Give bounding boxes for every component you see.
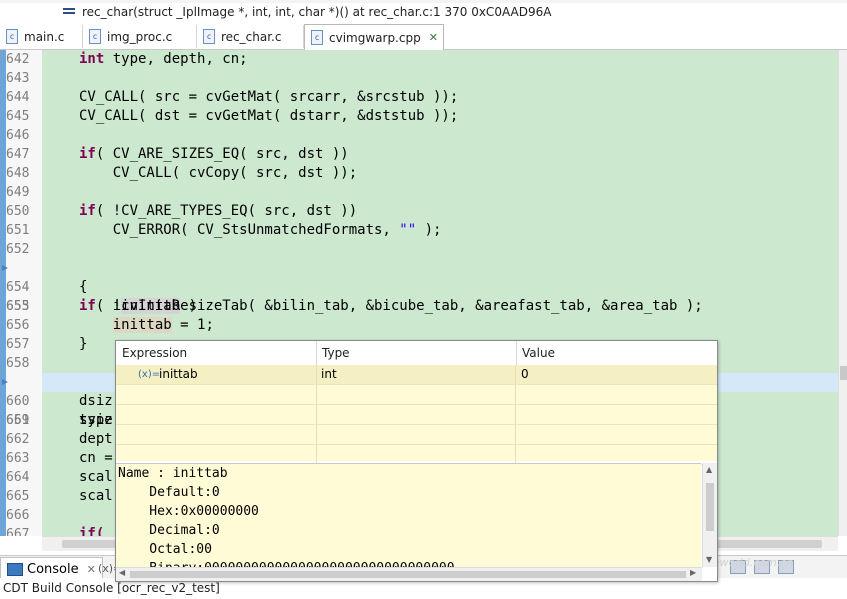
variable-type: int — [316, 365, 516, 384]
code-line: 649 — [6, 185, 30, 200]
table-row — [116, 445, 717, 465]
code-line: 656 inittab = 1; — [6, 317, 214, 333]
tab-label: img_proc.c — [107, 29, 173, 44]
column-header-type[interactable]: Type — [316, 341, 517, 365]
table-row — [116, 425, 717, 445]
variable-detail-pane[interactable]: Name : inittab Default:0 Hex:0x00000000 … — [116, 463, 701, 568]
code-line: 645 CV_CALL( dst = cvGetMat( dstarr, &dst… — [6, 108, 459, 124]
tab-label: main.c — [24, 29, 65, 44]
c-file-icon: c — [6, 29, 18, 44]
stack-frame-label[interactable]: rec_char(struct _IplImage *, int, int, c… — [82, 5, 551, 19]
code-line: 646 — [6, 128, 30, 143]
variable-value: 0 — [521, 367, 529, 381]
code-line: 644 CV_CALL( src = cvGetMat( srcarr, &src… — [6, 89, 459, 105]
table-row[interactable]: (x)= inittab int 0 — [116, 365, 717, 385]
editor-tab-bar: c main.c c img_proc.c c rec_char.c c cvi… — [0, 23, 847, 50]
c-file-icon: c — [203, 29, 215, 44]
code-line: 648 CV_CALL( cvCopy( src, dst )); — [6, 165, 358, 181]
detail-horizontal-scrollbar[interactable]: ◀ ▶ — [116, 567, 702, 581]
editor-vertical-scrollbar[interactable] — [838, 50, 847, 536]
tab-main-c[interactable]: c main.c — [0, 25, 83, 48]
variable-icon: (x)= — [138, 369, 161, 380]
variable-name: inittab — [159, 367, 198, 381]
console-tab-label: Console — [27, 561, 79, 577]
code-line: 653 if( !inittab ) — [0, 259, 838, 314]
table-row — [116, 385, 717, 405]
code-line: 643 — [6, 71, 30, 86]
close-tab-icon[interactable]: ✕ — [87, 563, 96, 576]
scroll-down-icon[interactable]: ▼ — [706, 555, 712, 564]
cpp-file-icon: c — [311, 30, 323, 45]
tab-rec-char-c[interactable]: c rec_char.c — [197, 25, 304, 48]
tab-console[interactable]: Console ✕ — [0, 557, 103, 580]
code-line: 647 if( CV_ARE_SIZES_EQ( src, dst )) — [6, 146, 349, 162]
tab-img-proc-c[interactable]: c img_proc.c — [83, 25, 197, 48]
code-line: 642 int type, depth, cn; — [6, 51, 248, 67]
column-header-expression[interactable]: Expression — [116, 341, 317, 365]
cropped-row — [0, 0, 847, 3]
scrollbar-thumb[interactable] — [840, 366, 847, 380]
scroll-up-icon[interactable]: ▲ — [706, 465, 712, 474]
console-icon — [7, 562, 23, 576]
stack-frame-icon — [63, 8, 75, 18]
detail-line: Default:0 — [118, 485, 220, 500]
tab-cvimgwarp-cpp[interactable]: c cvimgwarp.cpp ✕ — [304, 24, 444, 50]
detail-line: Hex:0x00000000 — [118, 504, 259, 519]
code-line: 651 CV_ERROR( CV_StsUnmatchedFormats, ""… — [6, 222, 442, 238]
tab-label: rec_char.c — [221, 29, 282, 44]
scrollbar-thumb[interactable] — [130, 571, 686, 578]
watermark: eeworld.com.cn — [706, 556, 794, 569]
code-line: 654{ — [6, 279, 88, 295]
instruction-pointer-icon — [2, 379, 8, 385]
scroll-right-icon[interactable]: ▶ — [690, 568, 696, 577]
scrollbar-thumb[interactable] — [706, 483, 714, 531]
detail-line: Decimal:0 — [118, 523, 220, 538]
code-line: 655 icvInitResizeTab( &bilin_tab, &bicub… — [6, 298, 703, 314]
debug-stack-frame-bar: rec_char(struct _IplImage *, int, int, c… — [0, 0, 847, 23]
tab-label: cvimgwarp.cpp — [329, 30, 421, 45]
hover-table-body: (x)= inittab int 0 — [116, 365, 717, 465]
scroll-left-icon[interactable]: ◀ — [119, 568, 125, 577]
variable-hover-popup[interactable]: Expression Type Value (x)= inittab int 0… — [115, 340, 718, 582]
table-row — [116, 405, 717, 425]
detail-line: Octal:00 — [118, 542, 212, 557]
detail-line: Name : inittab — [118, 466, 228, 481]
hover-table-header: Expression Type Value — [116, 341, 717, 366]
debug-breakpoint-arrow-icon — [2, 265, 8, 271]
code-line: 652 — [6, 242, 30, 257]
close-tab-icon[interactable]: ✕ — [429, 31, 438, 44]
column-header-value[interactable]: Value — [516, 341, 712, 365]
detail-vertical-scrollbar[interactable]: ▲ ▼ — [702, 463, 717, 567]
code-line: 650 if( !CV_ARE_TYPES_EQ( src, dst )) — [6, 203, 358, 219]
c-file-icon: c — [89, 29, 101, 44]
